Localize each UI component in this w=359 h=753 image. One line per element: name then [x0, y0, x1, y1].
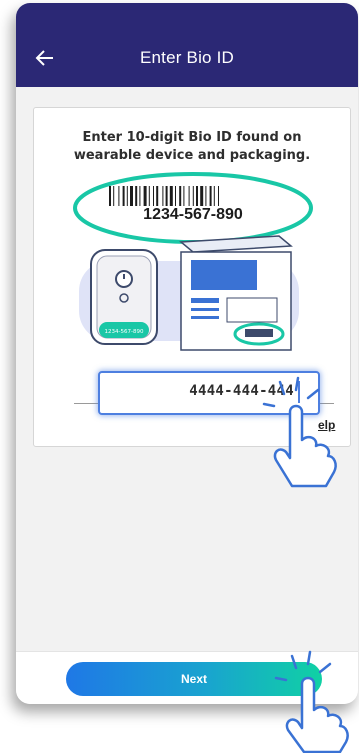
- instruction-text: Enter 10-digit Bio ID found on wearable …: [73, 130, 311, 163]
- packaging-box-icon: [179, 235, 293, 351]
- tap-hand-icon: [274, 650, 349, 753]
- barcode-number: 1234-567-890: [143, 206, 243, 223]
- app-header: Enter Bio ID: [16, 3, 358, 87]
- barcode: [109, 186, 219, 206]
- svg-text:1234-567-890: 1234-567-890: [105, 329, 144, 335]
- bio-id-illustration: 1234-567-890 1234-567-890: [73, 172, 313, 351]
- phone-screen: Enter Bio ID Enter 10-digit Bio ID found…: [16, 3, 358, 704]
- page-title: Enter Bio ID: [139, 48, 235, 67]
- wearable-device-icon: 1234-567-890: [90, 249, 158, 345]
- tap-hand-icon: [262, 376, 337, 488]
